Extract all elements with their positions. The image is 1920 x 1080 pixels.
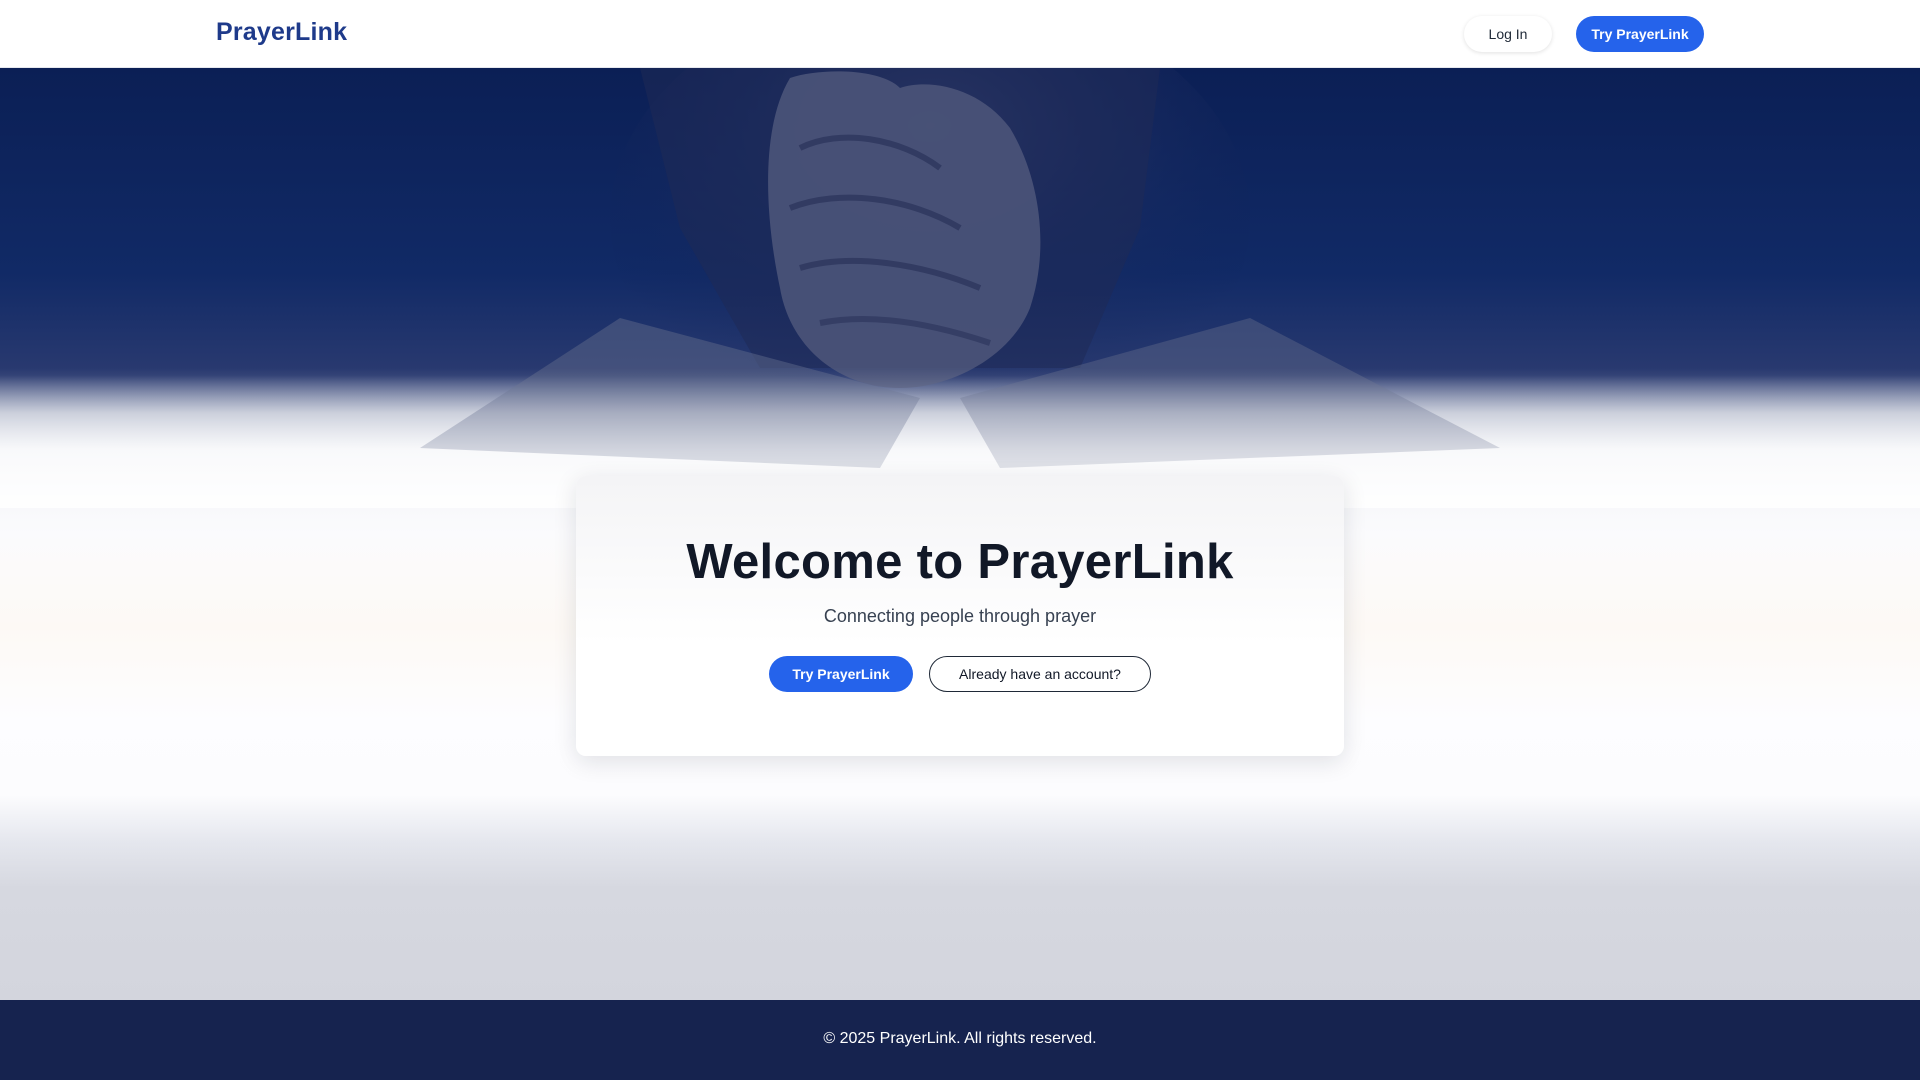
try-prayerlink-button[interactable]: Try PrayerLink — [769, 656, 913, 692]
top-navigation-bar: PrayerLink Log In Try PrayerLink — [0, 0, 1920, 68]
already-have-account-button[interactable]: Already have an account? — [929, 656, 1151, 692]
brand-logo[interactable]: PrayerLink — [216, 18, 347, 47]
copyright-text: © 2025 PrayerLink. All rights reserved. — [823, 1030, 1097, 1047]
log-in-button[interactable]: Log In — [1464, 16, 1552, 52]
try-prayerlink-header-button[interactable]: Try PrayerLink — [1576, 16, 1704, 52]
hero-section: Welcome to PrayerLink Connecting people … — [0, 68, 1920, 1000]
welcome-title: Welcome to PrayerLink — [686, 535, 1234, 589]
card-actions: Try PrayerLink Already have an account? — [576, 656, 1344, 692]
page-footer: © 2025 PrayerLink. All rights reserved. — [0, 1000, 1920, 1080]
welcome-subtitle: Connecting people through prayer — [823, 606, 1097, 626]
welcome-card: Welcome to PrayerLink Connecting people … — [576, 476, 1344, 756]
